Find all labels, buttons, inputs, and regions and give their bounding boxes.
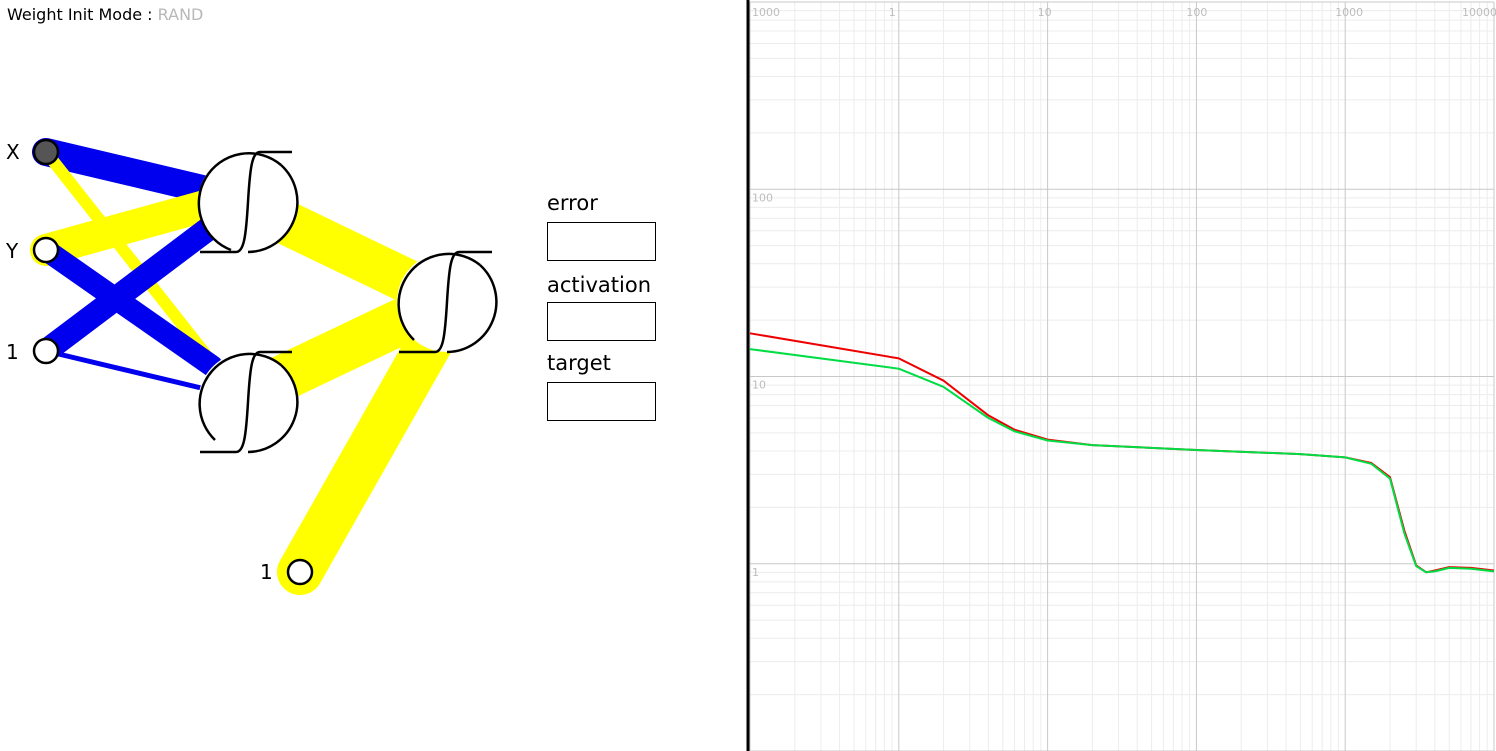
input-label-bias: 1 (6, 340, 19, 364)
weight-y-h2 (35, 239, 223, 377)
series-line-2 (749, 348, 1495, 574)
network-diagram (30, 138, 498, 595)
x-tick-label: 1 (889, 6, 896, 19)
x-tick-label: 100 (1186, 6, 1207, 19)
x-tick-labels: 1000 1 10 100 1000 10000 (752, 6, 1496, 19)
target-field[interactable] (547, 382, 656, 421)
error-field[interactable] (547, 222, 656, 261)
hidden-bias-node[interactable] (286, 558, 314, 586)
input-node-x[interactable] (32, 138, 60, 166)
error-label: error (547, 191, 598, 215)
input-node-y[interactable] (32, 236, 60, 264)
error-graph: 1000 1 10 100 1000 10000 100 10 1 (746, 0, 1496, 751)
x-tick-label: 10000 (1462, 6, 1496, 19)
hidden-neuron-1[interactable] (197, 150, 299, 254)
series-line-1 (749, 332, 1495, 574)
activation-field[interactable] (547, 302, 656, 341)
input-label-y: Y (6, 239, 19, 263)
y-tick-label: 10 (752, 379, 766, 392)
y-tick-label: 100 (752, 191, 773, 204)
target-label: target (547, 351, 611, 375)
hidden-bias-label: 1 (260, 560, 273, 584)
input-node-bias[interactable] (32, 337, 60, 365)
y-tick-label: 1 (752, 566, 759, 579)
activation-label: activation (547, 273, 652, 297)
output-neuron[interactable] (397, 250, 498, 354)
x-tick-label: 10 (1038, 6, 1052, 19)
hidden-neuron-2[interactable] (198, 350, 299, 454)
input-label-x: X (6, 140, 20, 164)
x-tick-label: 1000 (1335, 6, 1363, 19)
series-lines (749, 332, 1495, 574)
x-tick-label: 1000 (752, 6, 780, 19)
